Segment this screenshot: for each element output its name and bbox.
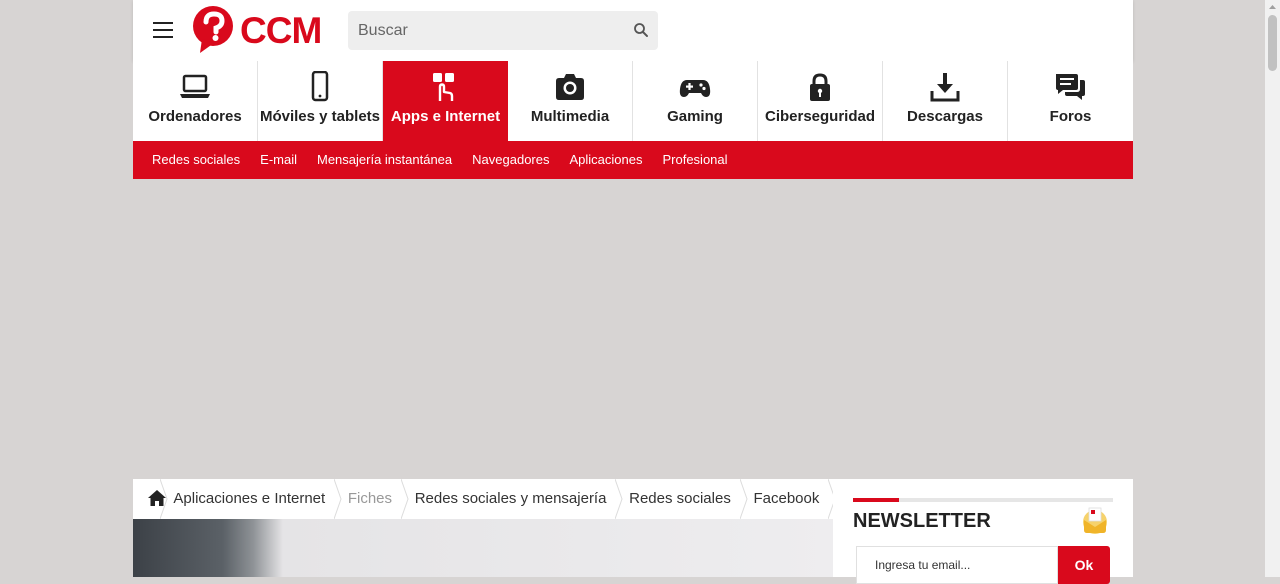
category-moviles-tablets[interactable]: Móviles y tablets — [258, 61, 383, 141]
category-multimedia[interactable]: Multimedia — [508, 61, 633, 141]
breadcrumb-item[interactable]: Redes sociales y mensajería — [406, 479, 616, 519]
laptop-icon — [180, 74, 210, 98]
search-box — [348, 11, 658, 50]
article-hero-image — [133, 519, 833, 577]
page-scrollbar[interactable] — [1265, 0, 1280, 577]
category-apps-internet[interactable]: Apps e Internet — [383, 61, 508, 141]
category-label: Ciberseguridad — [764, 108, 876, 125]
subcategory-nav: Redes sociales E-mail Mensajería instant… — [133, 141, 1133, 179]
ccm-logo[interactable]: CCM — [192, 5, 332, 57]
category-nav: Ordenadores Móviles y tablets Apps e Int… — [133, 61, 1133, 141]
breadcrumb: Aplicaciones e Internet Fiches Redes soc… — [133, 479, 836, 519]
touch-apps-icon — [433, 73, 454, 101]
newsletter-submit-button[interactable]: Ok — [1058, 546, 1110, 584]
breadcrumb-item[interactable]: Redes sociales — [620, 479, 740, 519]
newsletter-title: NEWSLETTER — [853, 510, 991, 532]
category-label: Móviles y tablets — [259, 108, 381, 125]
subnav-aplicaciones[interactable]: Aplicaciones — [559, 141, 652, 179]
category-label: Foros — [1049, 108, 1092, 125]
newsletter-email-input[interactable] — [856, 546, 1058, 584]
search-input[interactable] — [348, 11, 618, 50]
category-ciberseguridad[interactable]: Ciberseguridad — [758, 61, 883, 141]
subnav-mensajeria[interactable]: Mensajería instantánea — [307, 141, 462, 179]
scroll-up-arrow-icon[interactable] — [1265, 0, 1280, 14]
category-foros[interactable]: Foros — [1008, 61, 1133, 141]
subnav-redes-sociales[interactable]: Redes sociales — [142, 141, 250, 179]
category-label: Ordenadores — [148, 108, 242, 125]
breadcrumb-home[interactable] — [133, 479, 166, 519]
category-label: Multimedia — [530, 108, 610, 125]
category-ordenadores[interactable]: Ordenadores — [133, 61, 258, 141]
top-header: CCM — [133, 0, 1133, 61]
breadcrumb-item[interactable]: Facebook — [744, 479, 828, 519]
category-label: Gaming — [667, 108, 723, 125]
chat-bubbles-icon — [1056, 74, 1085, 100]
subnav-email[interactable]: E-mail — [250, 141, 307, 179]
breadcrumb-item[interactable]: Fiches — [339, 479, 401, 519]
category-label: Descargas — [907, 108, 983, 125]
lock-icon — [810, 73, 830, 101]
newsletter-envelope-icon — [1083, 507, 1107, 534]
category-descargas[interactable]: Descargas — [883, 61, 1008, 141]
hamburger-menu-icon[interactable] — [153, 22, 173, 40]
search-icon[interactable] — [632, 21, 650, 39]
gamepad-icon — [679, 80, 711, 97]
smartphone-icon — [311, 71, 329, 102]
download-icon — [930, 73, 960, 102]
scrollbar-thumb[interactable] — [1268, 15, 1277, 71]
logo-text: CCM — [240, 10, 322, 51]
breadcrumb-item[interactable]: Aplicaciones e Internet — [164, 479, 334, 519]
category-label: Apps e Internet — [390, 108, 501, 125]
newsletter-divider — [853, 498, 1113, 502]
subnav-navegadores[interactable]: Navegadores — [462, 141, 559, 179]
newsletter-box: NEWSLETTER Ok — [833, 479, 1133, 584]
category-gaming[interactable]: Gaming — [633, 61, 758, 141]
question-bubble-logo-icon — [193, 6, 233, 53]
camera-icon — [556, 74, 584, 100]
subnav-profesional[interactable]: Profesional — [652, 141, 737, 179]
